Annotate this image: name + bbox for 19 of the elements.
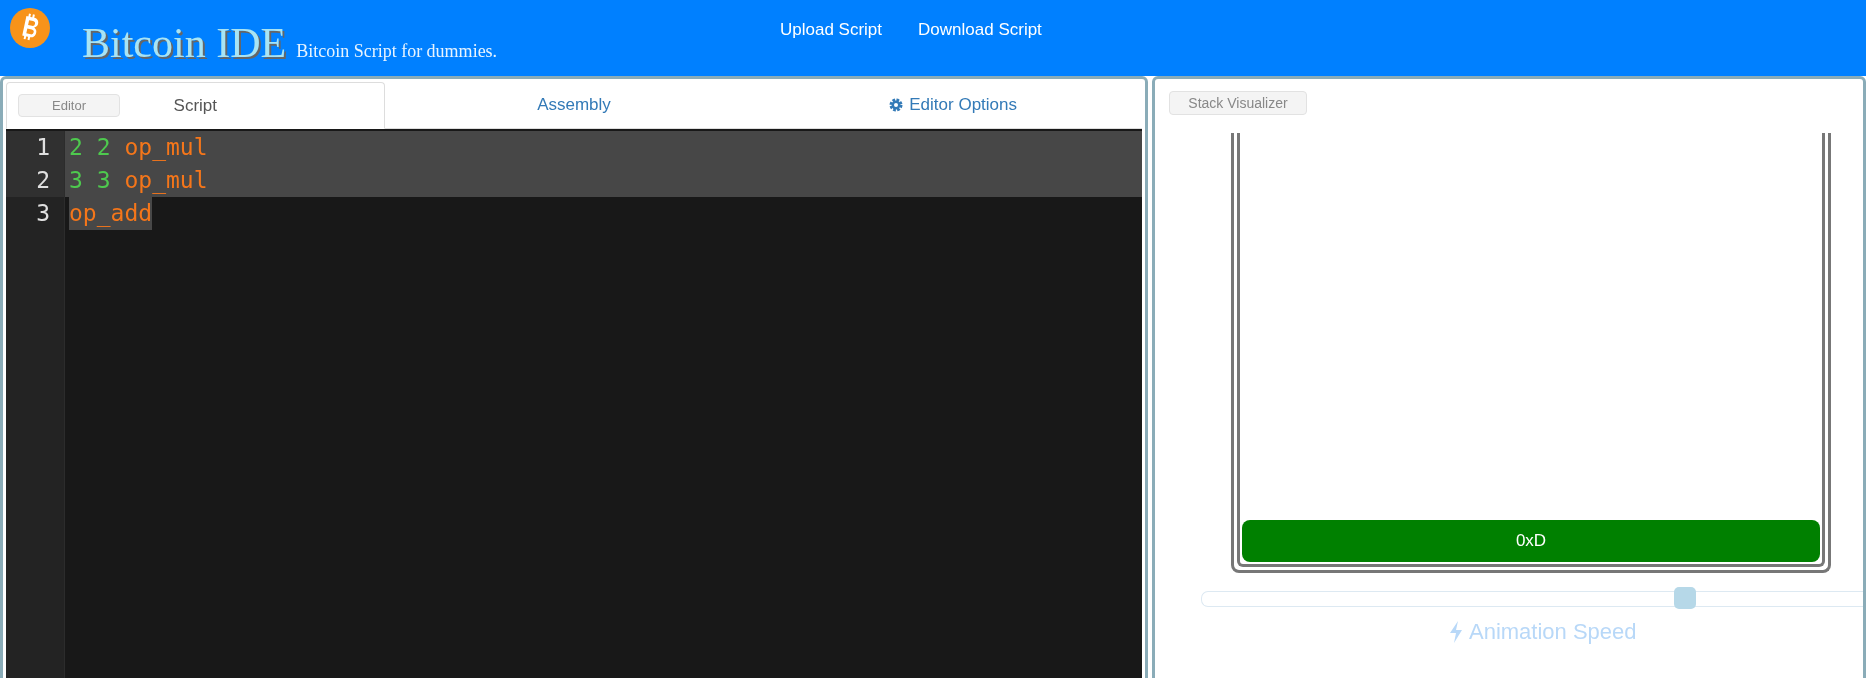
lightning-icon bbox=[1449, 621, 1463, 643]
editor-tab[interactable]: Assembly bbox=[384, 82, 764, 128]
editor-label: Editor bbox=[18, 94, 120, 117]
gear-icon bbox=[888, 97, 905, 113]
code-line: 2 2 op_mul bbox=[69, 133, 208, 163]
nav-link[interactable]: Upload Script bbox=[780, 20, 883, 40]
nav-link[interactable]: Download Script bbox=[918, 20, 1042, 40]
app-title: Bitcoin IDE bbox=[82, 20, 287, 66]
code-editor[interactable]: 1 2 3 2 2 op_mul 3 3 op_mul op_add bbox=[6, 129, 1142, 678]
app-subtitle: Bitcoin Script for dummies. bbox=[296, 41, 498, 63]
stack-visualizer-label: Stack Visualizer bbox=[1169, 91, 1307, 115]
line-number: 3 bbox=[35, 199, 51, 228]
editor-tab[interactable]: Editor Options bbox=[763, 82, 1142, 128]
line-number: 2 bbox=[6, 164, 64, 197]
speed-label: Animation Speed bbox=[1469, 619, 1637, 645]
stack-item: 0xD bbox=[1242, 520, 1820, 562]
code-line: 3 3 op_mul bbox=[69, 166, 208, 196]
slider-thumb[interactable] bbox=[1673, 587, 1696, 609]
line-number: 1 bbox=[6, 131, 64, 164]
